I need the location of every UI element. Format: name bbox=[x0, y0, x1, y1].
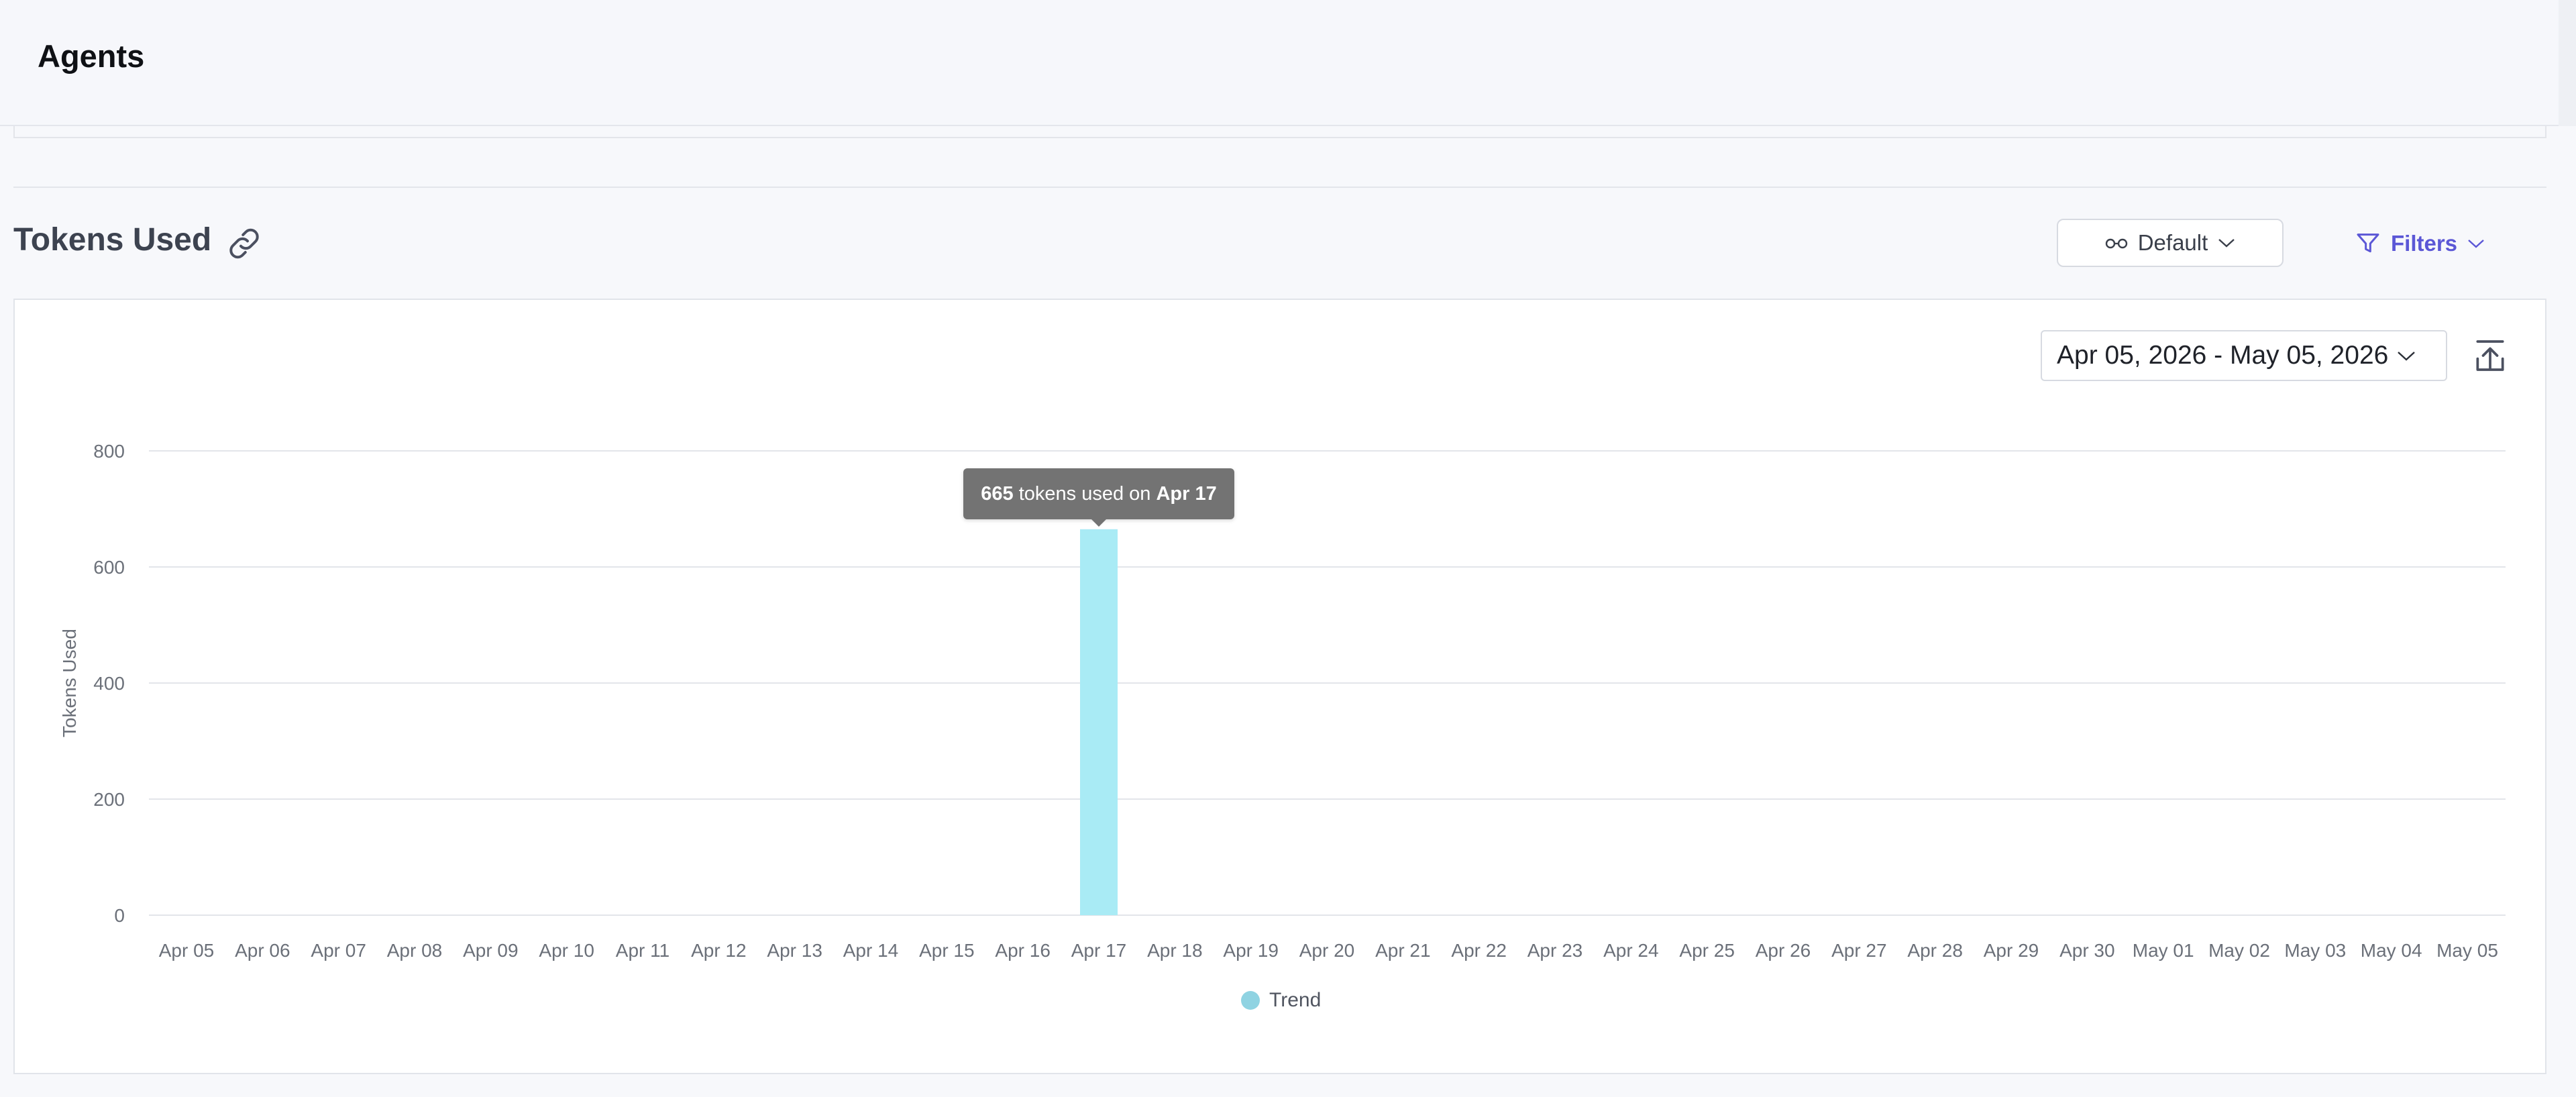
x-tick-label: Apr 24 bbox=[1603, 940, 1659, 961]
x-tick-label: Apr 30 bbox=[2059, 940, 2115, 961]
x-tick-label: Apr 29 bbox=[1984, 940, 2039, 961]
x-tick-label: Apr 27 bbox=[1831, 940, 1887, 961]
x-tick-label: Apr 15 bbox=[919, 940, 975, 961]
tokens-bar-chart: 0 200 400 600 800 Apr 05 Apr 06 Apr 07 Apr 08 Apr… bbox=[93, 441, 2506, 961]
x-tick-label: May 03 bbox=[2284, 940, 2346, 961]
x-tick-label: Apr 09 bbox=[463, 940, 519, 961]
x-tick-label: Apr 12 bbox=[691, 940, 747, 961]
y-tick-label: 600 bbox=[93, 557, 125, 578]
bar bbox=[1080, 529, 1118, 915]
x-tick-label: Apr 25 bbox=[1679, 940, 1735, 961]
legend-label-trend: Trend bbox=[1269, 989, 1322, 1011]
x-tick-label: May 02 bbox=[2208, 940, 2270, 961]
x-tick-label: Apr 11 bbox=[616, 940, 669, 961]
legend-dot bbox=[1241, 991, 1260, 1010]
x-tick-label: Apr 28 bbox=[1907, 940, 1963, 961]
x-tick-label: Apr 18 bbox=[1147, 940, 1203, 961]
y-tick-label: 0 bbox=[114, 905, 125, 926]
bar-tooltip: 665 tokens used on Apr 17 bbox=[963, 468, 1234, 519]
x-tick-label: Apr 22 bbox=[1451, 940, 1507, 961]
x-tick-label: Apr 17 bbox=[1071, 940, 1127, 961]
y-tick-label: 800 bbox=[93, 441, 125, 462]
x-tick-label: Apr 20 bbox=[1299, 940, 1355, 961]
x-tick-label: May 04 bbox=[2361, 940, 2422, 961]
y-tick-label: 200 bbox=[93, 789, 125, 810]
x-tick-label: Apr 07 bbox=[311, 940, 366, 961]
x-tick-label: Apr 08 bbox=[387, 940, 443, 961]
x-tick-label: Apr 13 bbox=[767, 940, 822, 961]
x-tick-label: Apr 10 bbox=[539, 940, 594, 961]
x-tick-label: May 01 bbox=[2133, 940, 2194, 961]
x-tick-label: Apr 19 bbox=[1223, 940, 1279, 961]
y-tick-label: 400 bbox=[93, 673, 125, 694]
x-tick-label: Apr 06 bbox=[235, 940, 290, 961]
x-tick-label: Apr 21 bbox=[1375, 940, 1431, 961]
chart-legend[interactable]: Trend bbox=[1241, 989, 1321, 1012]
x-tick-label: Apr 26 bbox=[1756, 940, 1811, 961]
x-tick-label: May 05 bbox=[2436, 940, 2498, 961]
x-tick-label: Apr 23 bbox=[1527, 940, 1583, 961]
tooltip-date: Apr 17 bbox=[1156, 482, 1217, 505]
tooltip-pointer bbox=[1091, 519, 1107, 527]
x-tick-label: Apr 16 bbox=[995, 940, 1051, 961]
x-tick-label: Apr 05 bbox=[159, 940, 215, 961]
x-tick-label: Apr 14 bbox=[843, 940, 899, 961]
tooltip-text: tokens used on bbox=[1013, 482, 1157, 505]
tooltip-value: 665 bbox=[981, 482, 1014, 505]
